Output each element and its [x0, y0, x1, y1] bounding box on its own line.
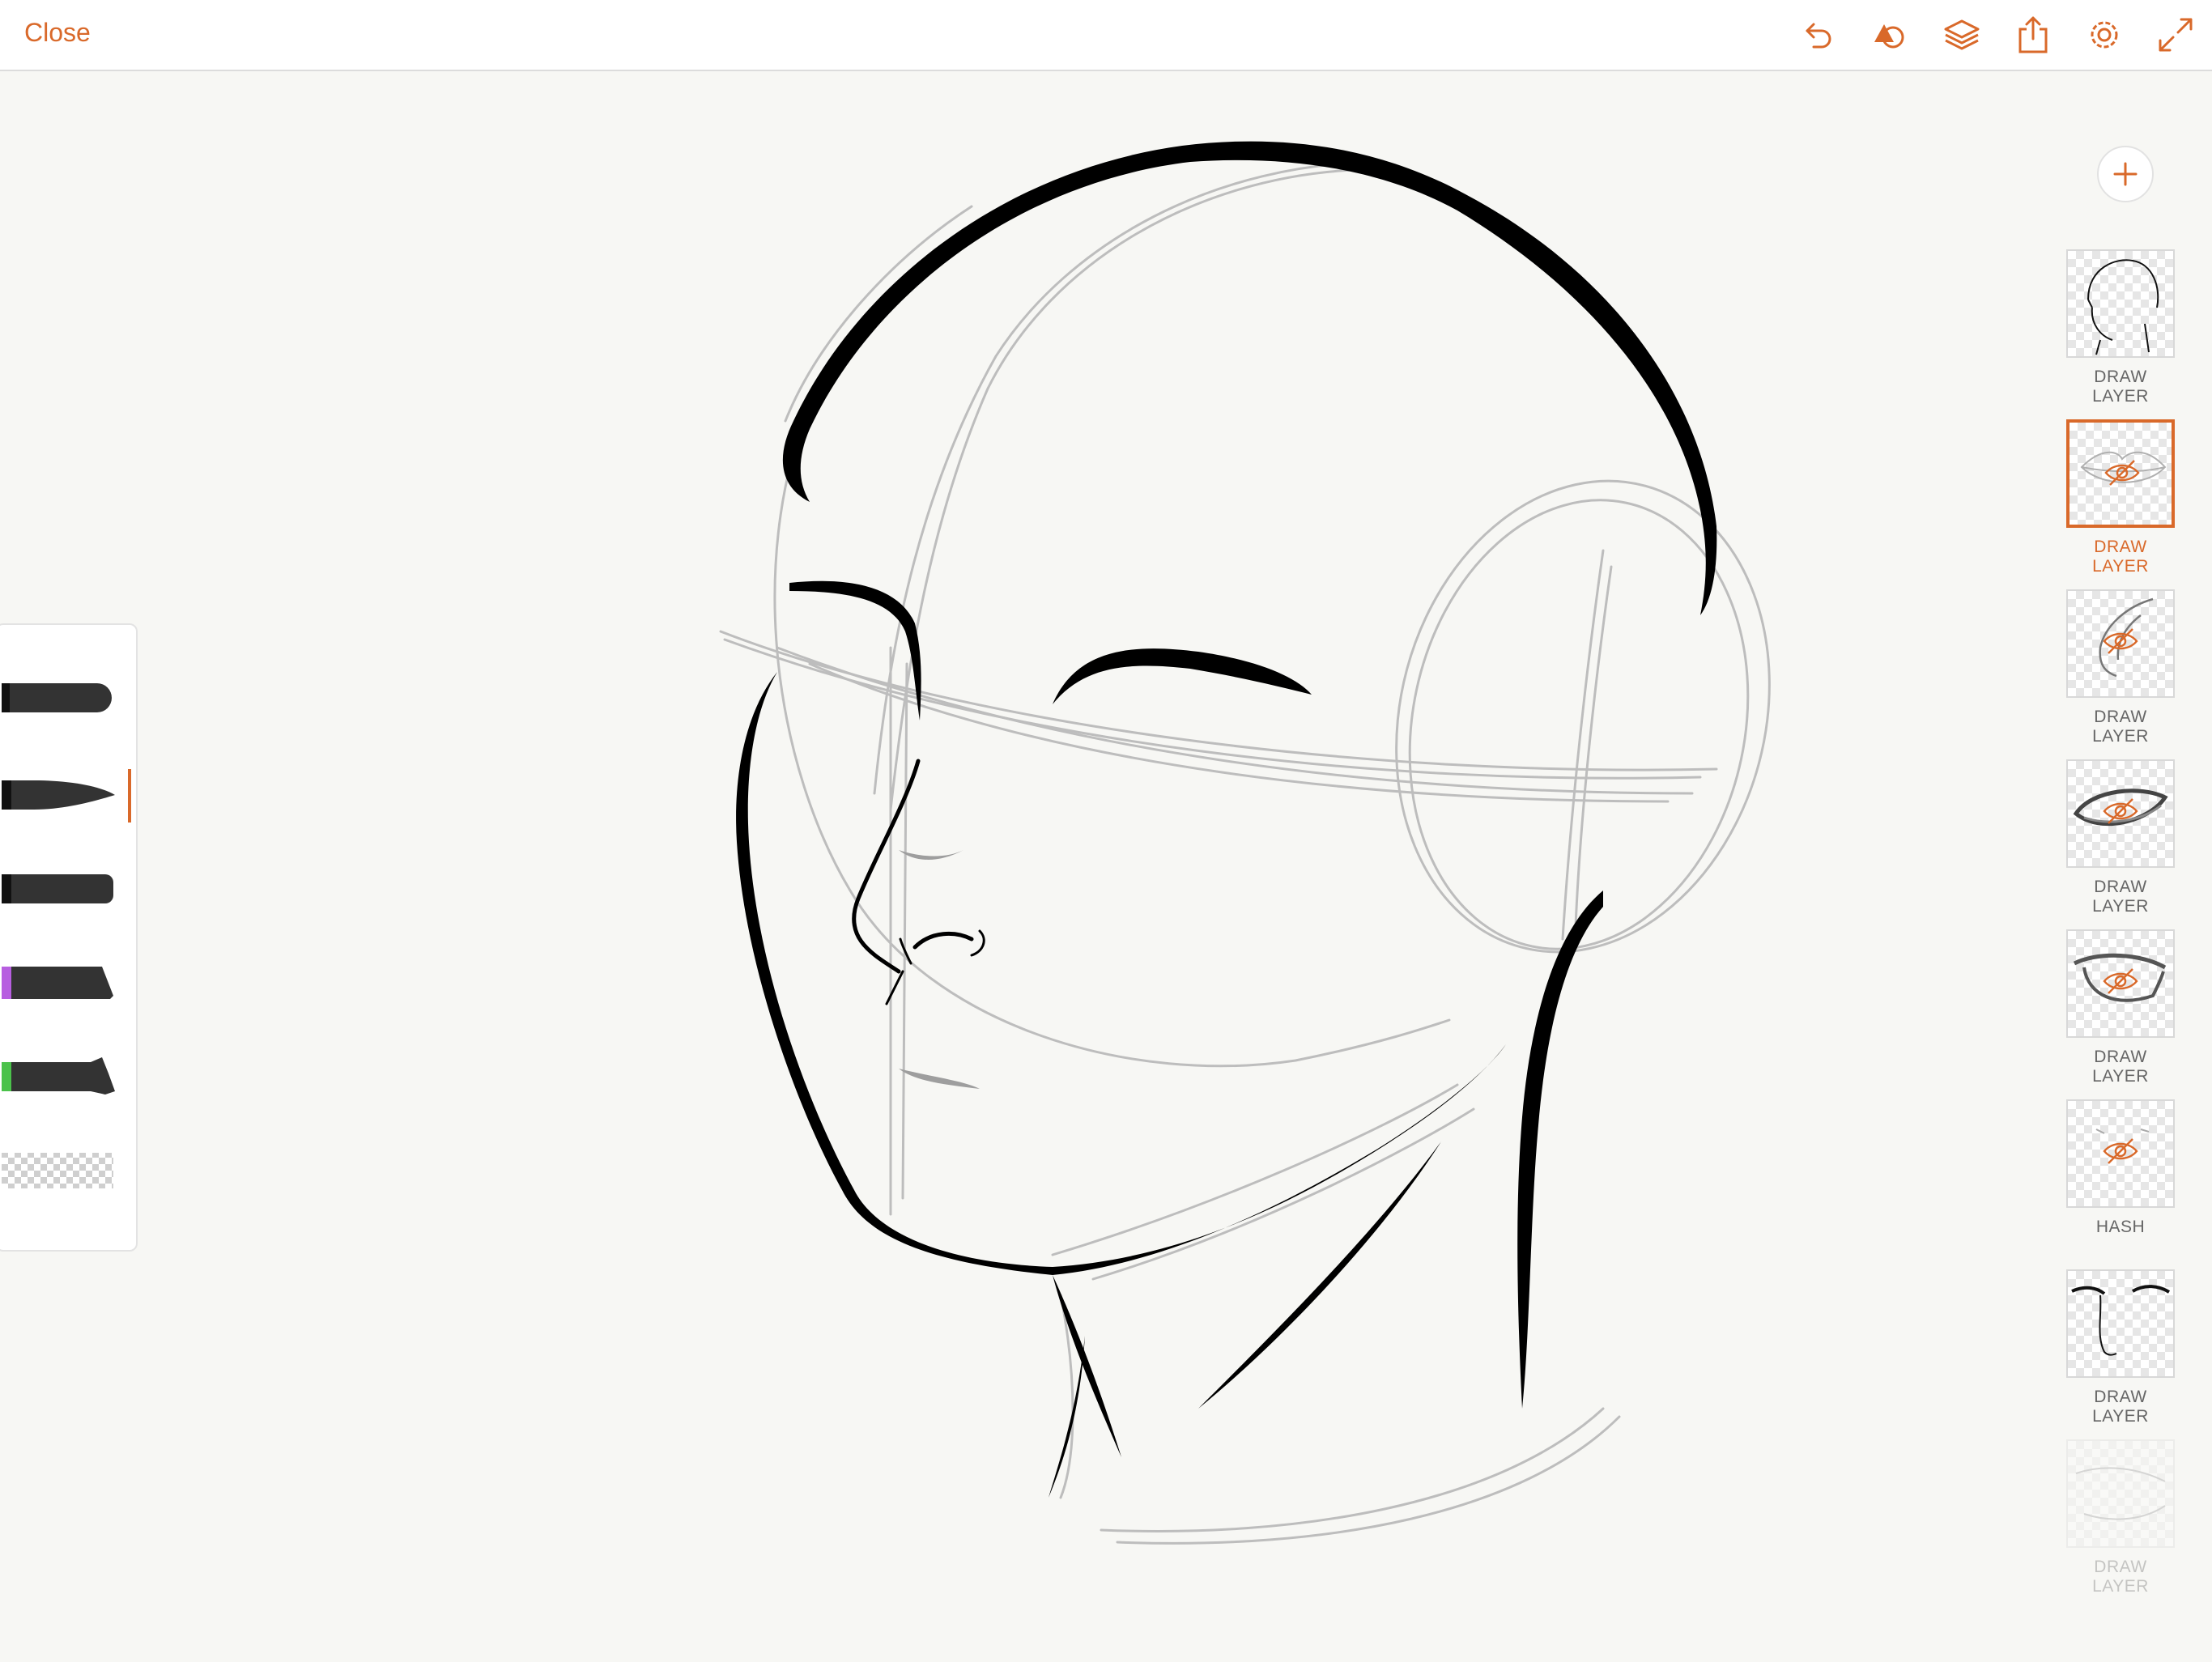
marker-brush[interactable]	[2, 963, 115, 1002]
layer-label: DRAW LAYER	[2092, 368, 2149, 406]
settings-icon[interactable]	[2084, 15, 2125, 55]
head-sketch-drawing	[719, 141, 1771, 1545]
close-button[interactable]: Close	[24, 18, 91, 48]
add-layer-button[interactable]	[2097, 146, 2154, 202]
shapes-icon[interactable]	[1870, 15, 1911, 55]
undo-icon[interactable]	[1799, 15, 1840, 55]
layer-item[interactable]: DRAW LAYER	[2066, 589, 2180, 746]
wet-brush[interactable]	[2, 1057, 115, 1096]
layer-item[interactable]: HASH	[2066, 1099, 2180, 1237]
active-brush-indicator	[128, 769, 131, 822]
layer-item[interactable]: DRAW LAYER	[2066, 759, 2180, 916]
layer-label: DRAW LAYER	[2092, 538, 2149, 576]
brush-panel	[0, 623, 138, 1252]
eraser-brush[interactable]	[2, 1151, 115, 1190]
tapered-brush[interactable]	[2, 776, 115, 814]
layer-label: DRAW LAYER	[2092, 1048, 2149, 1086]
layer-thumbnail	[2066, 929, 2175, 1038]
drawing-canvas[interactable]: DRAW LAYER DRAW LAYER DRAW LAYER DRAW LA…	[0, 71, 2212, 1658]
layer-thumbnail	[2066, 419, 2175, 528]
layer-label: DRAW LAYER	[2092, 708, 2149, 746]
top-toolbar: Close	[0, 0, 2212, 71]
layer-item[interactable]: DRAW LAYER	[2066, 929, 2180, 1086]
layer-item-selected[interactable]: DRAW LAYER	[2066, 419, 2180, 576]
layer-thumbnail	[2066, 1099, 2175, 1208]
layer-thumbnail	[2066, 249, 2175, 358]
layers-icon[interactable]	[1942, 15, 1982, 55]
layer-thumbnail	[2066, 1439, 2175, 1548]
layer-label: DRAW LAYER	[2092, 878, 2149, 916]
layer-label: DRAW LAYER	[2092, 1388, 2149, 1426]
layer-thumbnail	[2066, 589, 2175, 698]
layer-thumbnail	[2066, 1269, 2175, 1378]
layer-thumbnail	[2066, 759, 2175, 868]
layer-item[interactable]: DRAW LAYER	[2066, 1439, 2180, 1596]
layers-panel: DRAW LAYER DRAW LAYER DRAW LAYER DRAW LA…	[2057, 146, 2186, 1596]
layer-label: DRAW LAYER	[2092, 1558, 2149, 1596]
layer-item[interactable]: DRAW LAYER	[2066, 249, 2180, 406]
pen-brush[interactable]	[2, 678, 115, 717]
layer-label: HASH	[2095, 1218, 2146, 1236]
share-icon[interactable]	[2013, 15, 2053, 55]
fullscreen-icon[interactable]	[2155, 15, 2196, 55]
ink-brush[interactable]	[2, 869, 115, 908]
layer-item[interactable]: DRAW LAYER	[2066, 1269, 2180, 1426]
